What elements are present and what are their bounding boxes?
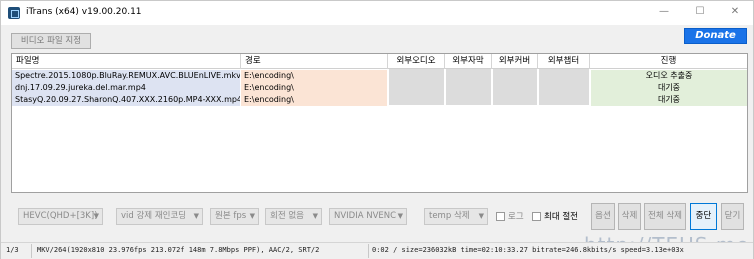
file-count: 1/3: [6, 246, 19, 254]
status-bar: 1/3 MKV/264(1920x810 23.976fps 213.072f …: [1, 242, 753, 259]
fps-select-value: 원본 fps: [215, 211, 247, 221]
temp-select-value: temp 삭제: [429, 211, 470, 221]
chevron-down-icon: ▼: [397, 212, 403, 220]
column-header-path[interactable]: 경로: [241, 54, 388, 69]
app-icon: [8, 7, 20, 19]
filename-cell: StasyQ.20.09.27.SharonQ.407.XXX.2160p.MP…: [12, 94, 240, 106]
title-bar: iTrans (x64) v19.00.20.11 — ☐ ✕: [1, 1, 753, 25]
app-window: iTrans (x64) v19.00.20.11 — ☐ ✕ 비디오 파일 지…: [0, 0, 754, 259]
grid-header: 파일명 경로 외부오디오 외부자막 외부커버 외부챕터 진행: [12, 54, 747, 69]
delete-button[interactable]: 삭제: [618, 203, 641, 230]
rotation-select-value: 회전 없음: [270, 211, 304, 221]
temp-select[interactable]: temp 삭제 ▼: [424, 208, 488, 225]
chevron-down-icon: ▼: [478, 212, 484, 220]
column-header-ext-audio[interactable]: 외부오디오: [388, 54, 445, 69]
progress-cell: 대기중: [591, 94, 747, 106]
path-cell: E:\encoding\: [241, 94, 387, 106]
encoder-select-value: NVIDIA NVENC: [334, 211, 397, 221]
filename-cell: Spectre.2015.1080p.BluRay.REMUX.AVC.BLUE…: [12, 70, 240, 82]
encode-progress-info: 0:02 / size=236032kB time=02:10:33.27 bi…: [372, 246, 684, 254]
chevron-down-icon: ▼: [93, 212, 99, 220]
log-checkbox[interactable]: [496, 212, 505, 221]
path-cell: E:\encoding\: [241, 82, 387, 94]
progress-cell: 대기중: [591, 82, 747, 94]
minimize-button[interactable]: —: [646, 1, 682, 23]
path-cell: E:\encoding\: [241, 70, 387, 82]
column-header-filename[interactable]: 파일명: [12, 54, 241, 69]
filename-cell: dnj.17.09.29.jureka.del.mar.mp4: [12, 82, 240, 94]
close-button[interactable]: 닫기: [721, 203, 744, 230]
donate-button[interactable]: Donate: [684, 28, 747, 44]
column-header-ext-cover[interactable]: 외부커버: [492, 54, 538, 69]
rotation-select[interactable]: 회전 없음 ▼: [265, 208, 322, 225]
table-row[interactable]: Spectre.2015.1080p.BluRay.REMUX.AVC.BLUE…: [12, 70, 747, 82]
encoder-select[interactable]: NVIDIA NVENC ▼: [329, 208, 407, 225]
media-info: MKV/264(1920x810 23.976fps 213.072f 148m…: [37, 246, 320, 254]
close-window-button[interactable]: ✕: [717, 1, 753, 23]
status-divider: [368, 244, 369, 258]
reencode-select[interactable]: vid 강제 재인코딩 ▼: [116, 208, 203, 225]
set-video-file-button[interactable]: 비디오 파일 지정: [11, 33, 91, 49]
stop-button[interactable]: 중단: [690, 203, 717, 230]
column-header-ext-subtitle[interactable]: 외부자막: [445, 54, 492, 69]
fps-select[interactable]: 원본 fps ▼: [210, 208, 259, 225]
file-grid[interactable]: 파일명 경로 외부오디오 외부자막 외부커버 외부챕터 진행 Spectre.2…: [11, 53, 748, 193]
status-divider: [31, 244, 32, 258]
chevron-down-icon: ▼: [312, 212, 318, 220]
column-header-ext-chapter[interactable]: 외부챕터: [538, 54, 590, 69]
log-label: 로그: [508, 212, 524, 222]
chevron-down-icon: ▼: [249, 212, 255, 220]
progress-cell: 오디오 추출중: [591, 70, 747, 82]
codec-select-value: HEVC(QHD+[3K]): [23, 211, 98, 221]
max-power-label: 최대 절전: [544, 212, 578, 222]
table-row[interactable]: dnj.17.09.29.jureka.del.mar.mp4 E:\encod…: [12, 82, 747, 94]
maximize-button[interactable]: ☐: [682, 1, 718, 23]
window-title: iTrans (x64) v19.00.20.11: [26, 7, 142, 17]
delete-all-button[interactable]: 전체 삭제: [644, 203, 686, 230]
table-row[interactable]: StasyQ.20.09.27.SharonQ.407.XXX.2160p.MP…: [12, 94, 747, 106]
chevron-down-icon: ▼: [193, 212, 199, 220]
codec-select[interactable]: HEVC(QHD+[3K]) ▼: [18, 208, 103, 225]
column-header-progress[interactable]: 진행: [590, 54, 747, 69]
options-button[interactable]: 옵션: [591, 203, 615, 230]
reencode-select-value: vid 강제 재인코딩: [121, 211, 187, 221]
max-power-checkbox[interactable]: [532, 212, 541, 221]
